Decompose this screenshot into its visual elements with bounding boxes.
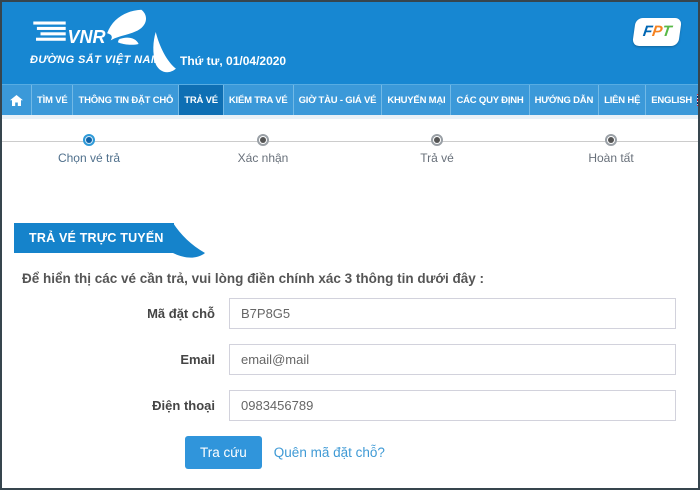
email-label: Email [2, 352, 229, 367]
nav-label: CÁC QUY ĐỊNH [456, 95, 523, 106]
vnr-logo[interactable]: VNR ĐƯỜNG SẮT VIỆT NAM [30, 8, 160, 66]
nav-english[interactable]: ENGLISH [646, 85, 698, 115]
nav-label: ENGLISH [651, 95, 692, 106]
form-row-booking-code: Mã đặt chỗ [2, 298, 698, 329]
nav-label: GIỜ TÀU - GIÁ VÉ [299, 95, 377, 106]
nav-label: TÌM VÉ [37, 95, 67, 106]
nav-label: KIỂM TRA VÉ [229, 95, 288, 106]
step-circle-icon [431, 134, 443, 146]
nav-lien-he[interactable]: LIÊN HỆ [599, 85, 646, 115]
nav-tim-ve[interactable]: TÌM VÉ [32, 85, 73, 115]
nav-thong-tin-dat-cho[interactable]: THÔNG TIN ĐẶT CHỖ [73, 85, 179, 115]
step-hoan-tat[interactable]: Hoàn tất [524, 134, 698, 165]
phone-label: Điện thoại [2, 398, 229, 413]
step-circle-icon [605, 134, 617, 146]
step-label: Chọn vé trả [58, 151, 120, 165]
step-label: Trả vé [420, 151, 454, 165]
booking-code-label: Mã đặt chỗ [2, 306, 229, 321]
step-chon-ve-tra[interactable]: Chọn vé trả [2, 134, 176, 165]
current-date: Thứ tư, 01/04/2020 [180, 54, 286, 68]
step-circle-active-icon [83, 134, 95, 146]
email-input[interactable] [229, 344, 676, 375]
nav-home[interactable] [2, 85, 32, 115]
logo-subtitle: ĐƯỜNG SẮT VIỆT NAM [30, 54, 160, 66]
nav-divider [2, 115, 698, 119]
sail-swoosh-icon [152, 32, 176, 81]
step-label: Xác nhận [238, 151, 289, 165]
form-row-email: Email [2, 344, 698, 375]
main-nav: TÌM VÉ THÔNG TIN ĐẶT CHỖ TRẢ VÉ KIỂM TRA… [2, 84, 698, 115]
fpt-logo[interactable]: FPT [632, 18, 682, 46]
nav-label: TRẢ VÉ [184, 95, 218, 106]
lookup-button[interactable]: Tra cứu [185, 436, 262, 469]
progress-steps: Chọn vé trả Xác nhận Trả vé Hoàn tất [2, 129, 698, 181]
nav-label: KHUYẾN MẠI [387, 95, 445, 106]
section-banner: TRẢ VÉ TRỰC TUYẾN [14, 223, 698, 253]
step-xac-nhan[interactable]: Xác nhận [176, 134, 350, 165]
form-row-phone: Điện thoại [2, 390, 698, 421]
refund-lookup-form: Mã đặt chỗ Email Điện thoại Tra cứu Quên… [2, 298, 698, 469]
nav-label: THÔNG TIN ĐẶT CHỖ [78, 95, 173, 106]
train-logo-icon: VNR [30, 8, 150, 53]
step-label: Hoàn tất [588, 151, 633, 165]
booking-code-input[interactable] [229, 298, 676, 329]
uk-flag-icon [697, 94, 698, 106]
step-tra-ve[interactable]: Trả vé [350, 134, 524, 165]
banner-swoosh-icon [173, 223, 211, 268]
section-title: TRẢ VÉ TRỰC TUYẾN [14, 223, 174, 253]
home-icon [10, 95, 23, 106]
header: VNR ĐƯỜNG SẮT VIỆT NAM Thứ tư, 01/04/202… [2, 2, 698, 84]
form-actions: Tra cứu Quên mã đặt chỗ? [185, 436, 698, 469]
step-circle-icon [257, 134, 269, 146]
nav-label: HƯỚNG DẪN [535, 95, 594, 106]
fpt-letter-t: T [661, 24, 672, 39]
nav-label: LIÊN HỆ [604, 95, 640, 106]
logo-vnr-text: VNR [68, 27, 106, 47]
nav-huong-dan[interactable]: HƯỚNG DẪN [530, 85, 600, 115]
forgot-booking-code-link[interactable]: Quên mã đặt chỗ? [274, 445, 385, 460]
page: VNR ĐƯỜNG SẮT VIỆT NAM Thứ tư, 01/04/202… [0, 0, 700, 490]
nav-gio-tau-gia-ve[interactable]: GIỜ TÀU - GIÁ VÉ [294, 85, 383, 115]
nav-cac-quy-dinh[interactable]: CÁC QUY ĐỊNH [451, 85, 529, 115]
phone-input[interactable] [229, 390, 676, 421]
nav-khuyen-mai[interactable]: KHUYẾN MẠI [382, 85, 451, 115]
nav-kiem-tra-ve[interactable]: KIỂM TRA VÉ [224, 85, 294, 115]
nav-tra-ve[interactable]: TRẢ VÉ [179, 85, 224, 115]
instruction-text: Để hiển thị các vé cần trả, vui lòng điề… [22, 271, 698, 286]
